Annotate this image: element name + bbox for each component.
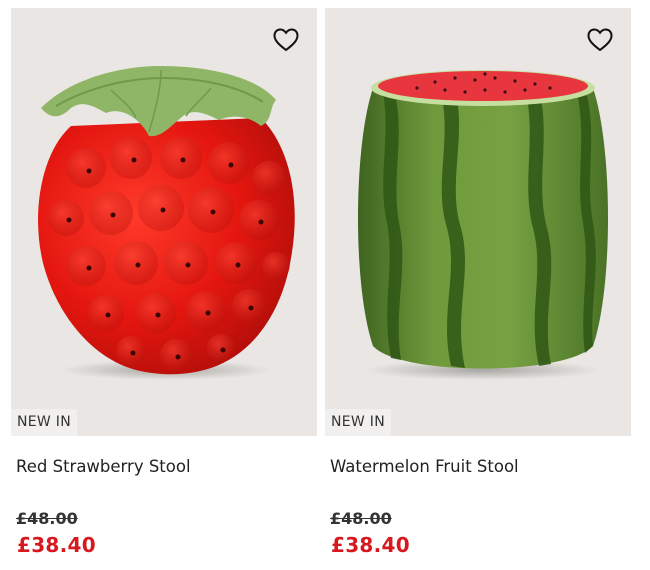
product-card[interactable]: NEW IN Red Strawberry Stool £48.00 £38.4… — [11, 8, 317, 568]
sale-price: £38.40 — [331, 533, 410, 557]
new-in-badge: NEW IN — [325, 409, 392, 436]
was-price: £48.00 — [16, 509, 78, 528]
product-image-watermelon-stool[interactable]: NEW IN — [325, 8, 631, 436]
sale-price: £38.40 — [17, 533, 96, 557]
new-in-badge: NEW IN — [11, 409, 78, 436]
heart-outline-icon[interactable] — [587, 28, 613, 52]
was-price: £48.00 — [330, 509, 392, 528]
watermelon-stool-image — [358, 70, 608, 380]
product-card[interactable]: NEW IN Watermelon Fruit Stool £48.00 £38… — [325, 8, 631, 568]
product-image-strawberry-stool[interactable]: NEW IN — [11, 8, 317, 436]
product-title[interactable]: Watermelon Fruit Stool — [330, 457, 519, 476]
product-title[interactable]: Red Strawberry Stool — [16, 457, 191, 476]
strawberry-stool-image — [38, 66, 295, 380]
heart-outline-icon[interactable] — [273, 28, 299, 52]
